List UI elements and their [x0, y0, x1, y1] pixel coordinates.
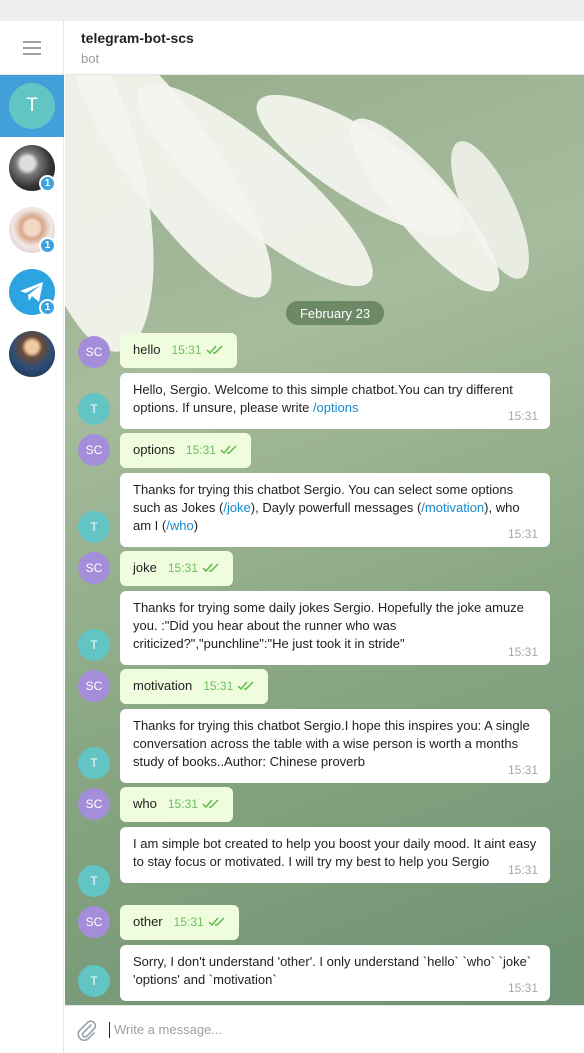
- avatar: T: [9, 83, 55, 129]
- incoming-message[interactable]: Thanks for trying this chatbot Sergio.I …: [120, 709, 550, 783]
- message-time: 15:31: [173, 915, 204, 929]
- avatar: T: [78, 393, 110, 425]
- chat-status: bot: [81, 51, 100, 66]
- outgoing-message[interactable]: hello 15:31: [120, 333, 237, 368]
- read-check-icon: [205, 342, 224, 360]
- message-time: 15:31: [507, 527, 538, 541]
- outgoing-message[interactable]: options 15:31: [120, 433, 251, 468]
- avatar: T: [78, 865, 110, 897]
- hamburger-menu-icon[interactable]: [0, 21, 64, 75]
- command-link[interactable]: /who: [166, 518, 193, 533]
- avatar: SC: [78, 552, 110, 584]
- avatar: [9, 331, 55, 377]
- command-link[interactable]: /joke: [223, 500, 250, 515]
- message-history[interactable]: February 23 SC hello 15:31 T Hello, Sergi…: [65, 75, 584, 1005]
- chat-item-2[interactable]: 1: [0, 137, 64, 199]
- outgoing-message[interactable]: who 15:31: [120, 787, 233, 822]
- message-text: options: [133, 442, 175, 457]
- message-text: hello: [133, 342, 161, 357]
- chat-item-telegram[interactable]: 1: [0, 261, 64, 323]
- avatar: T: [78, 629, 110, 661]
- avatar: SC: [78, 906, 110, 938]
- message-time: 15:31: [507, 863, 538, 877]
- outgoing-message[interactable]: motivation 15:31: [120, 669, 269, 704]
- chat-title: telegram-bot-scs: [81, 30, 194, 46]
- message-text: Thanks for trying this chatbot Sergio. Y…: [133, 482, 520, 533]
- outgoing-message[interactable]: other 15:31: [120, 905, 239, 940]
- incoming-message[interactable]: Thanks for trying some daily jokes Sergi…: [120, 591, 550, 665]
- chat-list-sidebar: T 1 1 1: [0, 21, 64, 1053]
- command-link[interactable]: /options: [313, 400, 359, 415]
- avatar: T: [78, 511, 110, 543]
- message-text: I am simple bot created to help you boos…: [133, 836, 537, 869]
- unread-badge: 1: [39, 299, 56, 316]
- message-text: Sorry, I don't understand 'other'. I onl…: [133, 954, 532, 987]
- message-time: 15:31: [185, 443, 216, 457]
- message-time: 15:31: [507, 763, 538, 777]
- message-time: 15:31: [167, 797, 198, 811]
- date-separator: February 23: [286, 301, 384, 325]
- message-text: who: [133, 796, 157, 811]
- message-text: Thanks for trying this chatbot Sergio.I …: [133, 718, 530, 769]
- message-input[interactable]: [109, 1021, 584, 1038]
- avatar: SC: [78, 434, 110, 466]
- message-time: 15:31: [507, 981, 538, 995]
- message-time: 15:31: [507, 409, 538, 423]
- chat-item-3[interactable]: 1: [0, 199, 64, 261]
- message-time: 15:31: [171, 343, 202, 357]
- message-time: 15:31: [203, 679, 234, 693]
- message-time: 15:31: [167, 561, 198, 575]
- command-link[interactable]: /motivation: [421, 500, 484, 515]
- outgoing-message[interactable]: joke 15:31: [120, 551, 233, 586]
- incoming-message[interactable]: Thanks for trying this chatbot Sergio. Y…: [120, 473, 550, 547]
- read-check-icon: [237, 678, 255, 696]
- message-text: Thanks for trying some daily jokes Sergi…: [133, 600, 524, 651]
- unread-badge: 1: [39, 175, 56, 192]
- unread-badge: 1: [39, 237, 56, 254]
- chat-item-telegram-bot-scs[interactable]: T: [0, 75, 64, 137]
- read-check-icon: [208, 914, 226, 932]
- message-text: motivation: [133, 678, 193, 693]
- avatar: SC: [78, 336, 110, 368]
- incoming-message[interactable]: Sorry, I don't understand 'other'. I onl…: [120, 945, 550, 1001]
- message-text: other: [133, 914, 163, 929]
- message-text: joke: [133, 560, 157, 575]
- window-top-strip: [0, 0, 584, 21]
- chat-header[interactable]: telegram-bot-scs bot: [65, 21, 584, 75]
- message-time: 15:31: [507, 645, 538, 659]
- attach-paperclip-icon[interactable]: [65, 1019, 109, 1041]
- avatar: SC: [78, 788, 110, 820]
- chat-item-5[interactable]: [0, 323, 64, 385]
- avatar: T: [78, 747, 110, 779]
- message-text: Hello, Sergio. Welcome to this simple ch…: [133, 382, 513, 415]
- read-check-icon: [220, 442, 238, 460]
- read-check-icon: [202, 560, 220, 578]
- read-check-icon: [202, 796, 220, 814]
- incoming-message[interactable]: I am simple bot created to help you boos…: [120, 827, 550, 883]
- avatar: T: [78, 965, 110, 997]
- avatar: SC: [78, 670, 110, 702]
- message-composer: [65, 1005, 584, 1053]
- incoming-message[interactable]: Hello, Sergio. Welcome to this simple ch…: [120, 373, 550, 429]
